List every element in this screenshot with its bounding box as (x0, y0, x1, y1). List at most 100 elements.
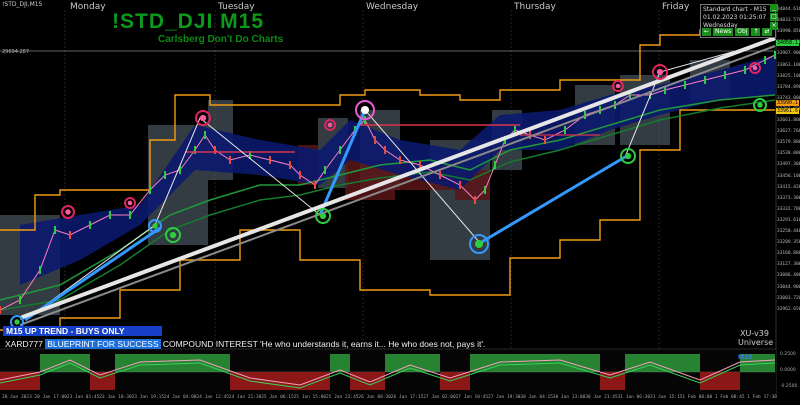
news-button[interactable]: News (713, 28, 734, 36)
time-axis-label: 31 Jan 15:15 (650, 395, 683, 400)
candle (384, 146, 386, 154)
quote-text: COMPOUND INTEREST 'He who understands it… (162, 339, 486, 349)
price-scale-label: 33127.300 (777, 262, 800, 268)
histogram-bear-block (230, 372, 330, 390)
price-scale-label: 33373.300 (777, 195, 800, 201)
symbol-title: !STD_DJI M15 (112, 10, 265, 33)
blueprint-badge: BLUEPRINT FOR SUCCESS (45, 339, 161, 349)
author-name: XARD777 (5, 339, 43, 349)
time-axis-label: 23 Jan 10:30 (99, 395, 132, 400)
price-scale-label: 33332.700 (777, 206, 800, 212)
brand-universe: Universe (738, 338, 774, 347)
chart-window: !STD_DJI,M15 Monday Tuesday Wednesday Th… (0, 0, 800, 405)
price-tag-level-a: 33990.1 (776, 100, 800, 106)
price-scale-label: 33291.610 (777, 217, 800, 223)
time-axis-label: 27 Jan 02:00 (423, 395, 456, 400)
info-line-2: 01.02.2023 01:25:07 (703, 14, 773, 22)
price-scale-label: 33579.880 (777, 140, 800, 146)
candle (299, 171, 301, 179)
price-scale-label: 33825.100 (777, 73, 800, 79)
objects-button[interactable]: Obj (735, 28, 750, 36)
time-axis-label: 30 Jan 04:15 (520, 395, 553, 400)
candle (744, 66, 746, 74)
candle (474, 196, 476, 204)
time-axis-label: 1 Feb 17:30 (747, 395, 777, 400)
time-axis-label: 20 Jan 2023 (2, 395, 32, 400)
time-axis-label: 24 Jan 04:00 (164, 395, 197, 400)
time-axis-label: 1 Feb 00:00 (682, 395, 713, 400)
time-axis-label: 27 Jan 19:30 (488, 395, 521, 400)
candle (724, 71, 726, 79)
sell-signal (327, 122, 333, 128)
trend-banner: M15 UP TREND - BUYS ONLY (3, 326, 162, 336)
candle (774, 51, 776, 59)
up-button[interactable]: ↑ (751, 28, 761, 36)
candle (89, 221, 91, 229)
price-scale-label: 33086.400 (777, 273, 800, 279)
histogram-bear-block (700, 372, 740, 390)
sell-signal (752, 65, 758, 71)
price-scale-label: 33990.850 (777, 29, 800, 35)
info-time: 01:25:07 (739, 14, 767, 21)
candle (0, 306, 1, 314)
price-scale-label: 33863.100 (777, 62, 800, 68)
brand-version: XU-v39 (740, 329, 769, 338)
candle (149, 186, 151, 194)
indicator-label: M15 (738, 354, 753, 361)
candle (544, 136, 546, 144)
info-line-1: Standard chart - M15 (703, 6, 767, 13)
buy-signal (319, 212, 327, 220)
candle (704, 76, 706, 84)
indicator-scale-label: -0.2500 (780, 384, 798, 389)
candle (204, 131, 206, 139)
window-title: !STD_DJI,M15 (2, 1, 43, 8)
candle (19, 296, 21, 304)
main-trend-channel (19, 36, 776, 320)
candle (459, 181, 461, 189)
candle (564, 126, 566, 134)
price-scale-label: 33538.000 (777, 151, 800, 157)
price-scale-label: 33250.440 (777, 229, 800, 234)
price-scale-label: 34044.616 (777, 7, 800, 12)
buy-signal (757, 102, 763, 108)
chart-subtitle: Carlsberg Don't Do Charts (158, 34, 284, 45)
price-scale-label: 33784.890 (777, 84, 800, 90)
candle (54, 226, 56, 234)
price-scale-label: 32962.650 (777, 306, 800, 312)
candle (324, 166, 326, 174)
buy-signal (169, 231, 177, 239)
candle (484, 186, 486, 194)
time-axis-label: 26 Jan 17:15 (390, 395, 424, 400)
sell-signal (656, 68, 664, 76)
price-tag-current: 34058.1 (776, 40, 800, 46)
time-axis-label: 25 Jan 23:45 (326, 395, 359, 400)
price-scale-label: 33497.300 (777, 162, 800, 168)
day-label-wednesday: Wednesday (366, 2, 419, 12)
time-axis-label: 25 Jan 15:00 (293, 395, 327, 400)
buy-signal (624, 152, 632, 160)
sell-signal (615, 83, 621, 89)
time-axis-label: 26 Jan 08:30 (358, 395, 391, 400)
candle (494, 161, 496, 169)
candle (684, 81, 686, 89)
sell-signal (199, 114, 207, 122)
buy-signal (152, 223, 158, 229)
candle (289, 161, 291, 169)
day-label-monday: Monday (70, 2, 106, 12)
sell-signal (65, 209, 71, 215)
candle (164, 171, 166, 179)
indicator-scale-label: 0.0000 (780, 368, 796, 373)
time-axis-label: 25 Jan 06:15 (261, 395, 294, 400)
back-button[interactable]: ← (702, 28, 712, 36)
info-date: 01.02.2023 (703, 14, 738, 21)
candle (109, 211, 111, 219)
price-scale-label: 33415.420 (777, 184, 800, 190)
indicator-scale-label: 0.2500 (780, 352, 796, 357)
buy-signal-major (474, 239, 484, 249)
price-scale-label: 33661.800 (777, 118, 800, 123)
price-scale-label: 33907.900 (777, 51, 800, 57)
time-axis-label: 31 Jan 06:30 (617, 395, 651, 400)
price-scale-label: 33044.900 (777, 284, 800, 290)
price-scale-label: 33456.100 (777, 173, 800, 179)
histogram-bull-block (115, 354, 230, 372)
